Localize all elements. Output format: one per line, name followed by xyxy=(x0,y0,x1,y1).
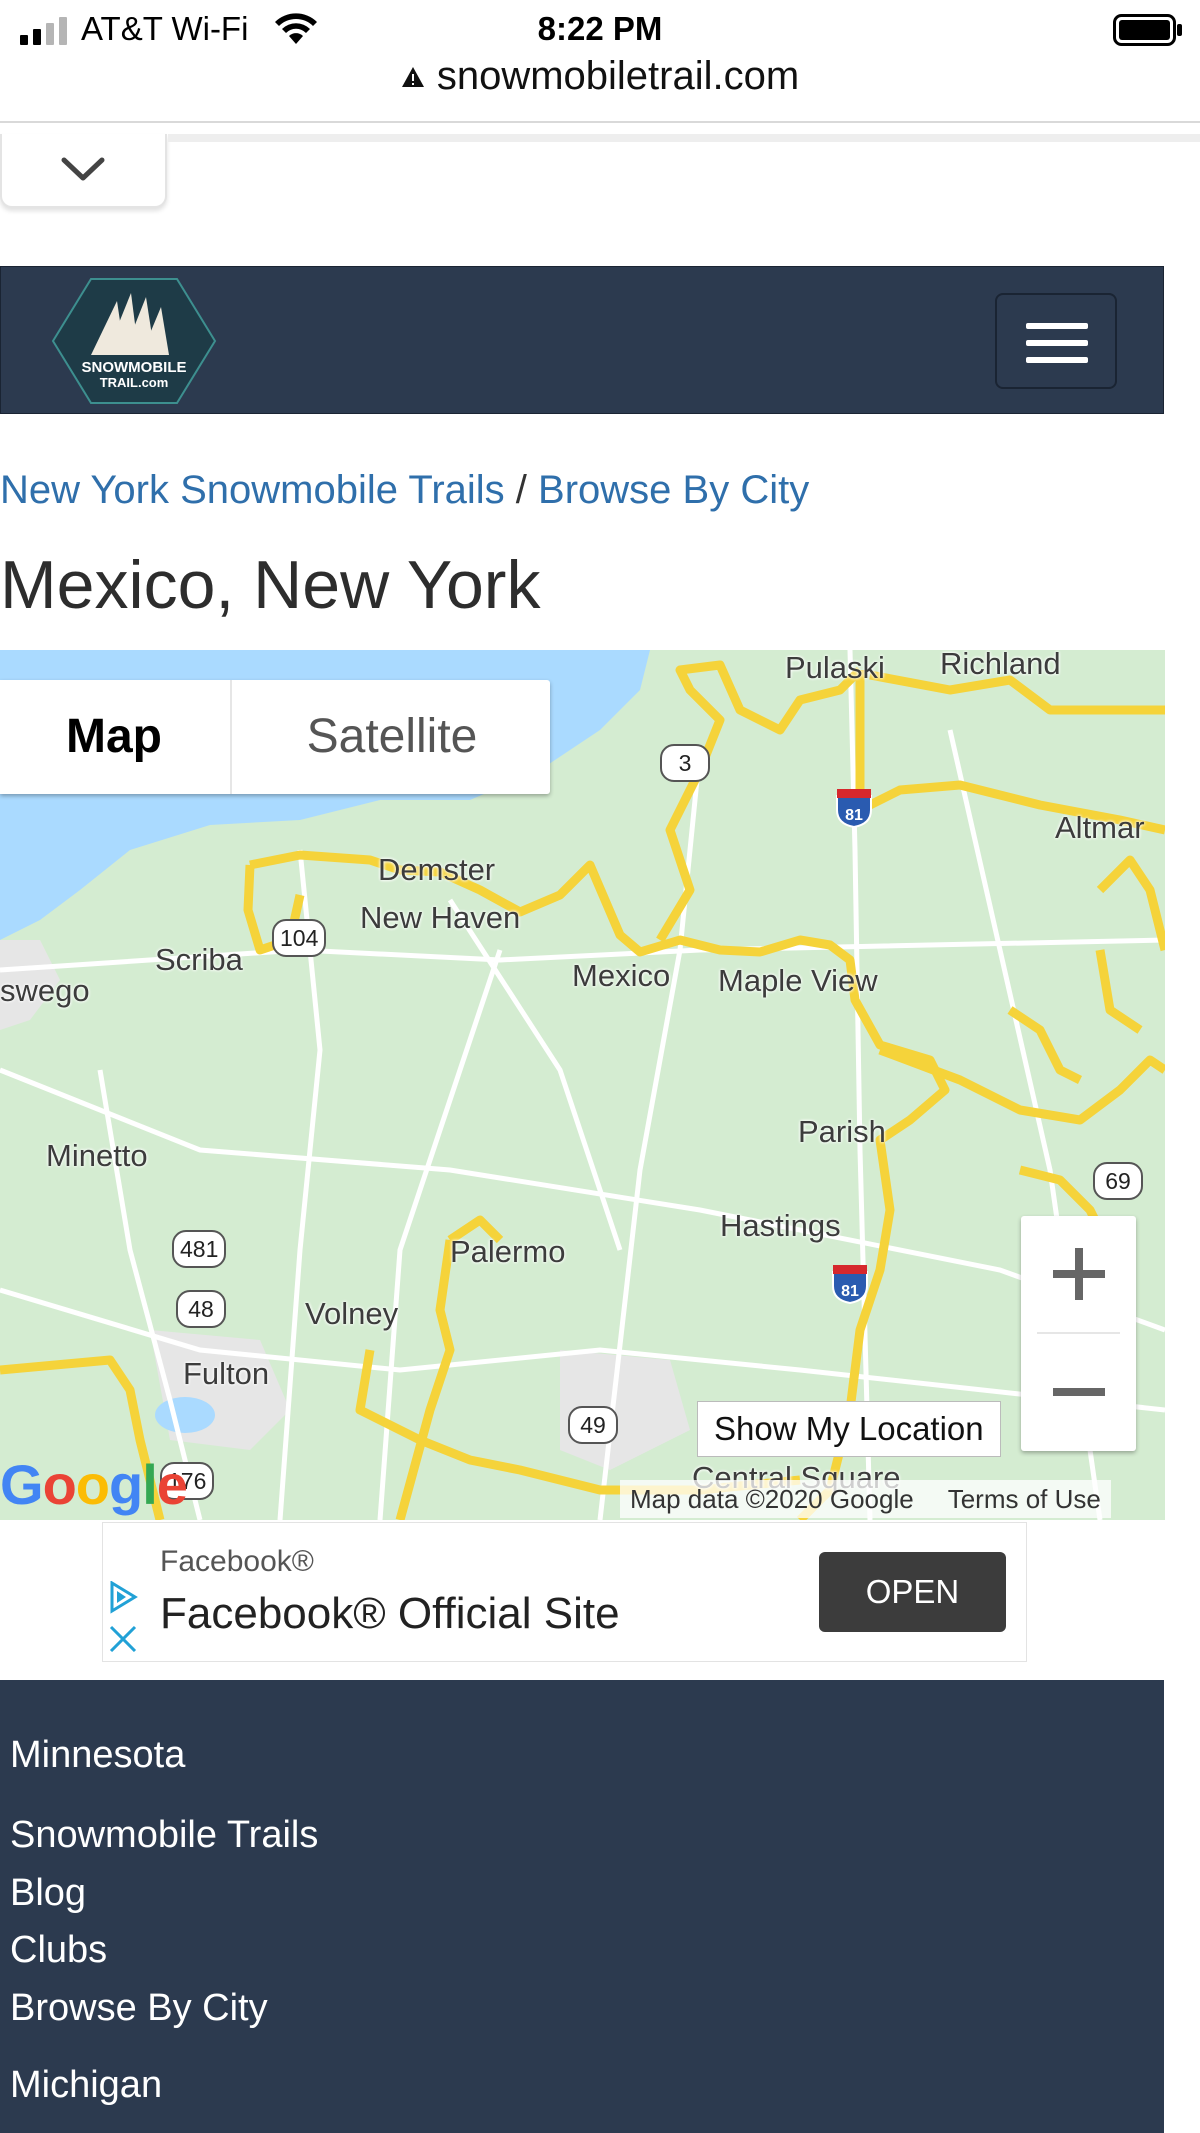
breadcrumb: New York Snowmobile Trails / Browse By C… xyxy=(0,468,809,513)
browser-divider xyxy=(0,121,1200,123)
place-label: Fulton xyxy=(183,1356,270,1391)
ad-open-button[interactable]: OPEN xyxy=(819,1552,1006,1632)
logo-text-1: SNOWMOBILE xyxy=(82,359,187,376)
url-text: snowmobiletrail.com xyxy=(436,54,800,98)
map-type-control: Map Satellite xyxy=(0,680,550,794)
site-logo[interactable]: SNOWMOBILE TRAIL.com xyxy=(51,277,217,405)
route-shield: 49 xyxy=(568,1406,618,1444)
place-label: Hastings xyxy=(720,1208,841,1243)
menu-icon-bar xyxy=(1026,323,1088,329)
place-label: Demster xyxy=(378,852,496,887)
map-type-map-button[interactable]: Map xyxy=(0,680,228,794)
footer-link-clubs[interactable]: Clubs xyxy=(10,1929,107,1972)
place-label: Richland xyxy=(940,650,1061,681)
clock: 8:22 PM xyxy=(537,10,663,47)
place-label: Altmar xyxy=(1055,810,1145,845)
terms-of-use-link[interactable]: Terms of Use xyxy=(948,1484,1101,1514)
menu-icon-bar xyxy=(1026,340,1088,346)
interstate-shield-icon: 81 xyxy=(836,789,872,828)
trail-map[interactable]: Pulaski Richland Altmar Demster New Have… xyxy=(0,650,1165,1520)
place-label: Maple View xyxy=(718,963,878,998)
map-type-satellite-button[interactable]: Satellite xyxy=(230,680,552,794)
page-title: Mexico, New York xyxy=(0,547,541,623)
interstate-number: 81 xyxy=(841,1283,859,1300)
footer-link-snowmobile-trails[interactable]: Snowmobile Trails xyxy=(10,1814,318,1857)
place-label: Minetto xyxy=(46,1138,148,1173)
breadcrumb-separator: / xyxy=(515,468,527,512)
footer-state-heading: Michigan xyxy=(10,2064,163,2106)
map-data-credit: Map data ©2020 Google xyxy=(630,1484,914,1514)
zoom-out-button[interactable] xyxy=(1021,1334,1136,1449)
breadcrumb-browse-city-link[interactable]: Browse By City xyxy=(538,468,809,512)
zoom-control xyxy=(1021,1216,1136,1451)
site-footer: Minnesota Snowmobile Trails Blog Clubs B… xyxy=(0,1680,1164,2133)
route-shield: 3 xyxy=(660,744,710,782)
footer-link-blog[interactable]: Blog xyxy=(10,1872,86,1915)
menu-icon-bar xyxy=(1026,357,1088,363)
place-label: Palermo xyxy=(450,1234,566,1269)
interstate-number: 81 xyxy=(845,807,863,824)
place-label: Pulaski xyxy=(785,650,885,685)
site-header: SNOWMOBILE TRAIL.com xyxy=(0,266,1164,414)
ad-banner[interactable]: Facebook® Facebook® Official Site OPEN xyxy=(102,1522,1027,1662)
plus-icon xyxy=(1053,1248,1105,1300)
place-label: New Haven xyxy=(360,900,521,935)
battery-icon xyxy=(1113,14,1182,46)
place-label: Volney xyxy=(305,1296,399,1331)
warning-icon xyxy=(401,66,424,87)
address-bar[interactable]: snowmobiletrail.com xyxy=(0,54,1200,102)
map-attribution: Map data ©2020 Google Terms of Use xyxy=(620,1480,1111,1518)
collapse-toggle-button[interactable] xyxy=(0,134,167,208)
ad-sponsor: Facebook® xyxy=(160,1545,314,1578)
place-label: Mexico xyxy=(572,958,671,993)
ad-choices-icon[interactable] xyxy=(107,1581,141,1655)
minus-icon xyxy=(1053,1388,1105,1396)
show-my-location-button[interactable]: Show My Location xyxy=(697,1401,1001,1457)
route-shield: 48 xyxy=(176,1290,226,1328)
ad-headline[interactable]: Facebook® Official Site xyxy=(160,1589,620,1639)
chevron-down-icon xyxy=(61,157,105,181)
place-label: swego xyxy=(0,973,90,1008)
route-shield: 481 xyxy=(172,1230,227,1268)
toolbar-edge xyxy=(168,134,1200,142)
place-label: Parish xyxy=(798,1114,886,1149)
breadcrumb-state-link[interactable]: New York Snowmobile Trails xyxy=(0,468,505,512)
footer-state-heading: Minnesota xyxy=(10,1734,186,1776)
zoom-in-button[interactable] xyxy=(1021,1216,1136,1331)
menu-toggle-button[interactable] xyxy=(995,293,1117,389)
logo-text-2: TRAIL.com xyxy=(100,375,169,390)
place-label: Scriba xyxy=(155,942,243,977)
footer-link-browse-by-city[interactable]: Browse By City xyxy=(10,1987,268,2030)
interstate-shield-icon: 81 xyxy=(832,1265,868,1304)
route-shield: 104 xyxy=(272,919,327,957)
route-shield: 69 xyxy=(1093,1162,1143,1200)
google-logo: Google xyxy=(0,1453,188,1516)
